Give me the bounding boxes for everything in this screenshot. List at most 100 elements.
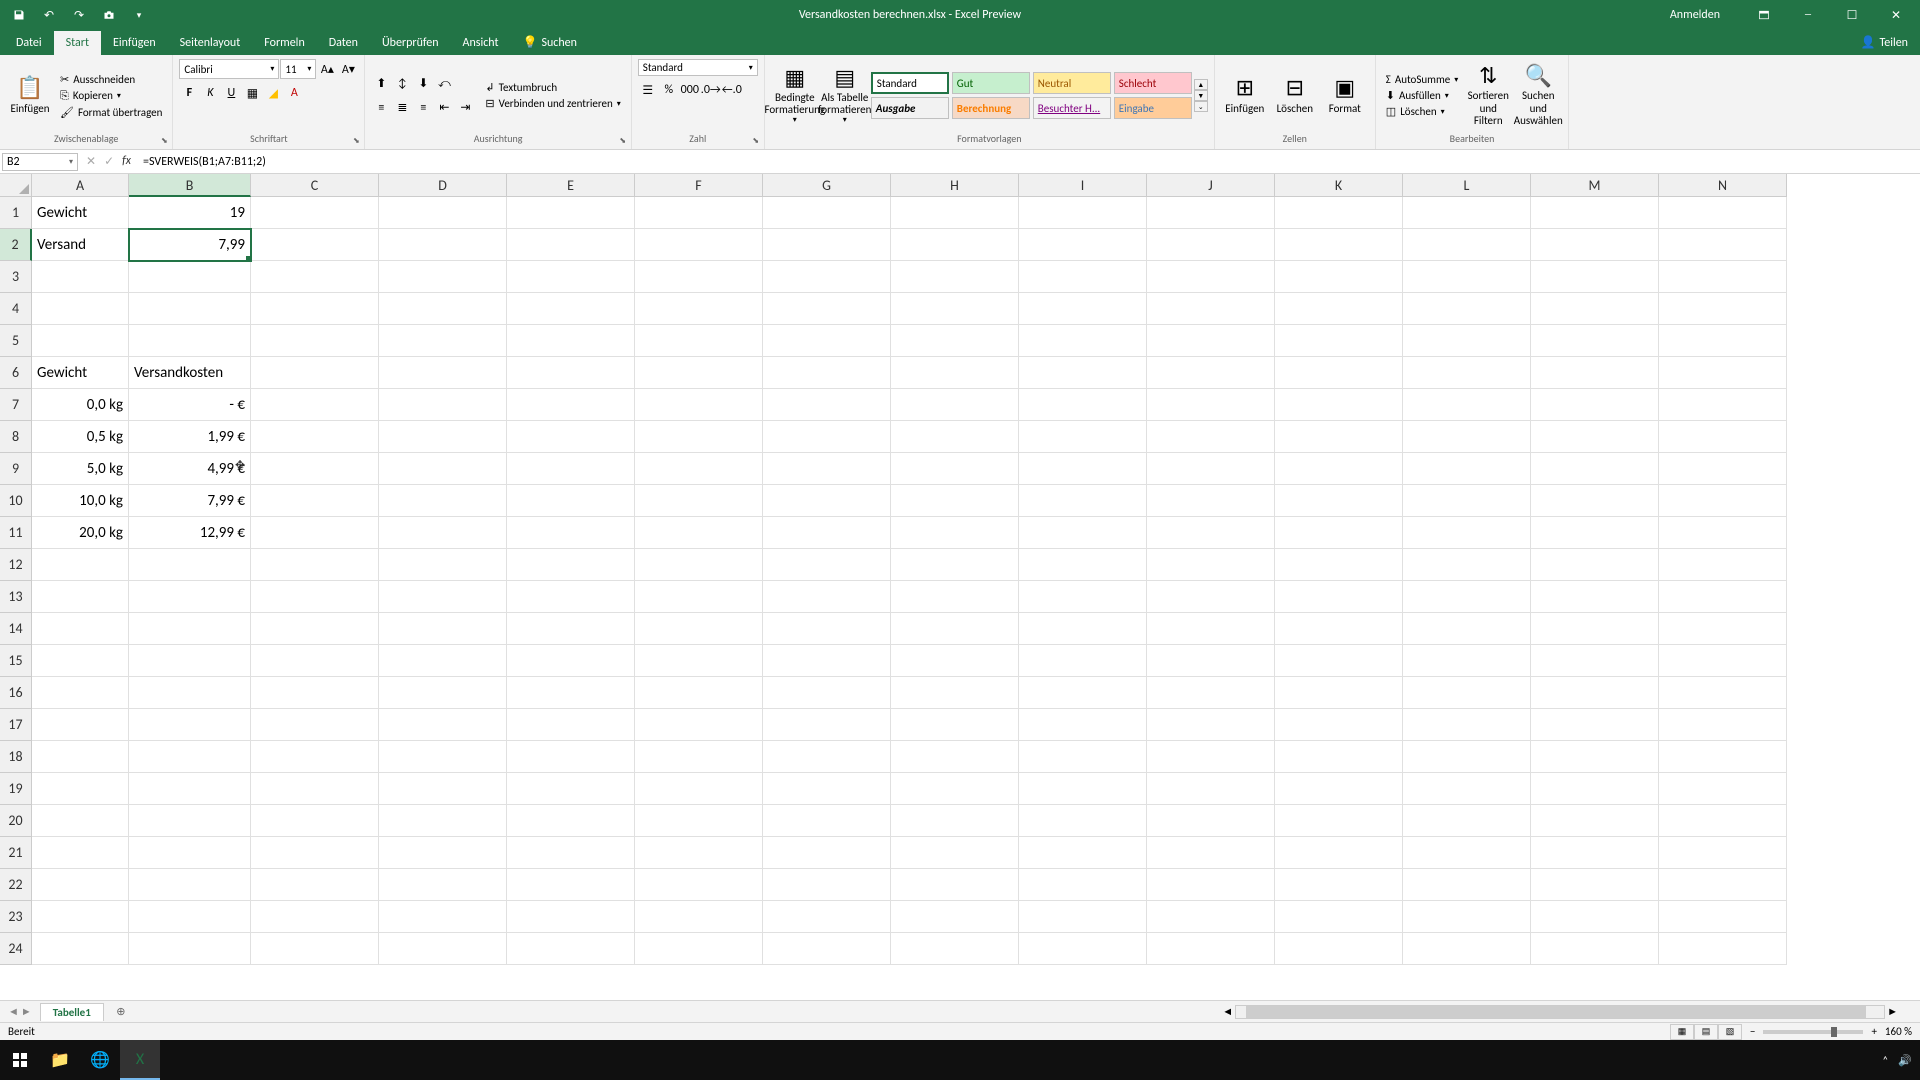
- cell-A4[interactable]: [32, 293, 129, 325]
- cell-K5[interactable]: [1275, 325, 1403, 357]
- cell-N22[interactable]: [1659, 869, 1787, 901]
- cell-I16[interactable]: [1019, 677, 1147, 709]
- cell-D8[interactable]: [379, 421, 507, 453]
- cell-I3[interactable]: [1019, 261, 1147, 293]
- style-gut[interactable]: Gut: [952, 72, 1030, 94]
- cell-J12[interactable]: [1147, 549, 1275, 581]
- cell-C5[interactable]: [251, 325, 379, 357]
- cell-F21[interactable]: [635, 837, 763, 869]
- cell-H20[interactable]: [891, 805, 1019, 837]
- cell-C14[interactable]: [251, 613, 379, 645]
- column-header-L[interactable]: L: [1403, 174, 1531, 197]
- cell-N13[interactable]: [1659, 581, 1787, 613]
- cell-M15[interactable]: [1531, 645, 1659, 677]
- cell-H15[interactable]: [891, 645, 1019, 677]
- autosum-button[interactable]: ΣAutoSumme▾: [1382, 72, 1462, 87]
- decrease-font-icon[interactable]: A▾: [338, 59, 358, 79]
- cell-N4[interactable]: [1659, 293, 1787, 325]
- cell-F18[interactable]: [635, 741, 763, 773]
- cell-D1[interactable]: [379, 197, 507, 229]
- cell-H14[interactable]: [891, 613, 1019, 645]
- qat-customize-icon[interactable]: ▾: [128, 4, 150, 26]
- cell-I13[interactable]: [1019, 581, 1147, 613]
- cut-button[interactable]: ✂Ausschneiden: [56, 72, 166, 87]
- cell-L12[interactable]: [1403, 549, 1531, 581]
- cell-N19[interactable]: [1659, 773, 1787, 805]
- cell-H3[interactable]: [891, 261, 1019, 293]
- cell-L4[interactable]: [1403, 293, 1531, 325]
- row-header-4[interactable]: 4: [0, 293, 32, 325]
- cell-A5[interactable]: [32, 325, 129, 357]
- row-header-18[interactable]: 18: [0, 741, 32, 773]
- cell-D13[interactable]: [379, 581, 507, 613]
- cell-C13[interactable]: [251, 581, 379, 613]
- cell-H8[interactable]: [891, 421, 1019, 453]
- row-header-22[interactable]: 22: [0, 869, 32, 901]
- border-button[interactable]: ▦: [242, 83, 262, 103]
- share-button[interactable]: 👤Teilen: [1849, 30, 1920, 55]
- cell-L1[interactable]: [1403, 197, 1531, 229]
- cell-I2[interactable]: [1019, 229, 1147, 261]
- cell-A11[interactable]: 20,0 kg: [32, 517, 129, 549]
- cell-A13[interactable]: [32, 581, 129, 613]
- cell-I17[interactable]: [1019, 709, 1147, 741]
- cell-H12[interactable]: [891, 549, 1019, 581]
- cell-D20[interactable]: [379, 805, 507, 837]
- zoom-slider[interactable]: [1763, 1030, 1863, 1034]
- cell-K18[interactable]: [1275, 741, 1403, 773]
- cell-A3[interactable]: [32, 261, 129, 293]
- cell-A6[interactable]: Gewicht: [32, 357, 129, 389]
- cell-M3[interactable]: [1531, 261, 1659, 293]
- cell-J2[interactable]: [1147, 229, 1275, 261]
- row-header-10[interactable]: 10: [0, 485, 32, 517]
- cell-N2[interactable]: [1659, 229, 1787, 261]
- cell-F11[interactable]: [635, 517, 763, 549]
- column-header-B[interactable]: B: [129, 174, 251, 197]
- tab-seitenlayout[interactable]: Seitenlayout: [168, 31, 253, 55]
- cell-N7[interactable]: [1659, 389, 1787, 421]
- cell-L8[interactable]: [1403, 421, 1531, 453]
- cell-C20[interactable]: [251, 805, 379, 837]
- cell-G6[interactable]: [763, 357, 891, 389]
- cell-L9[interactable]: [1403, 453, 1531, 485]
- cell-E1[interactable]: [507, 197, 635, 229]
- cell-J17[interactable]: [1147, 709, 1275, 741]
- cell-H6[interactable]: [891, 357, 1019, 389]
- merge-center-button[interactable]: ⊟Verbinden und zentrieren▾: [481, 96, 624, 111]
- cell-G4[interactable]: [763, 293, 891, 325]
- font-dialog-launcher[interactable]: ⬊: [350, 135, 362, 147]
- cell-L7[interactable]: [1403, 389, 1531, 421]
- cell-K11[interactable]: [1275, 517, 1403, 549]
- cell-N5[interactable]: [1659, 325, 1787, 357]
- format-as-table-button[interactable]: ▤Als Tabelle formatieren▾: [821, 61, 869, 131]
- cell-C15[interactable]: [251, 645, 379, 677]
- cell-G21[interactable]: [763, 837, 891, 869]
- cell-D2[interactable]: [379, 229, 507, 261]
- cell-K16[interactable]: [1275, 677, 1403, 709]
- cell-A15[interactable]: [32, 645, 129, 677]
- cell-G17[interactable]: [763, 709, 891, 741]
- cell-L13[interactable]: [1403, 581, 1531, 613]
- cell-A12[interactable]: [32, 549, 129, 581]
- row-header-11[interactable]: 11: [0, 517, 32, 549]
- style-besuchter[interactable]: Besuchter H...: [1033, 97, 1111, 119]
- cell-B21[interactable]: [129, 837, 251, 869]
- cell-G22[interactable]: [763, 869, 891, 901]
- cell-B5[interactable]: [129, 325, 251, 357]
- cell-B1[interactable]: 19: [129, 197, 251, 229]
- minimize-button[interactable]: ─: [1788, 0, 1828, 30]
- cell-M9[interactable]: [1531, 453, 1659, 485]
- cell-E4[interactable]: [507, 293, 635, 325]
- cell-A21[interactable]: [32, 837, 129, 869]
- cell-H19[interactable]: [891, 773, 1019, 805]
- cell-J16[interactable]: [1147, 677, 1275, 709]
- cell-M2[interactable]: [1531, 229, 1659, 261]
- cell-C19[interactable]: [251, 773, 379, 805]
- tab-formeln[interactable]: Formeln: [252, 31, 316, 55]
- ribbon-display-icon[interactable]: [1744, 0, 1784, 30]
- cell-N18[interactable]: [1659, 741, 1787, 773]
- cell-D17[interactable]: [379, 709, 507, 741]
- cell-F9[interactable]: [635, 453, 763, 485]
- row-header-8[interactable]: 8: [0, 421, 32, 453]
- cell-E21[interactable]: [507, 837, 635, 869]
